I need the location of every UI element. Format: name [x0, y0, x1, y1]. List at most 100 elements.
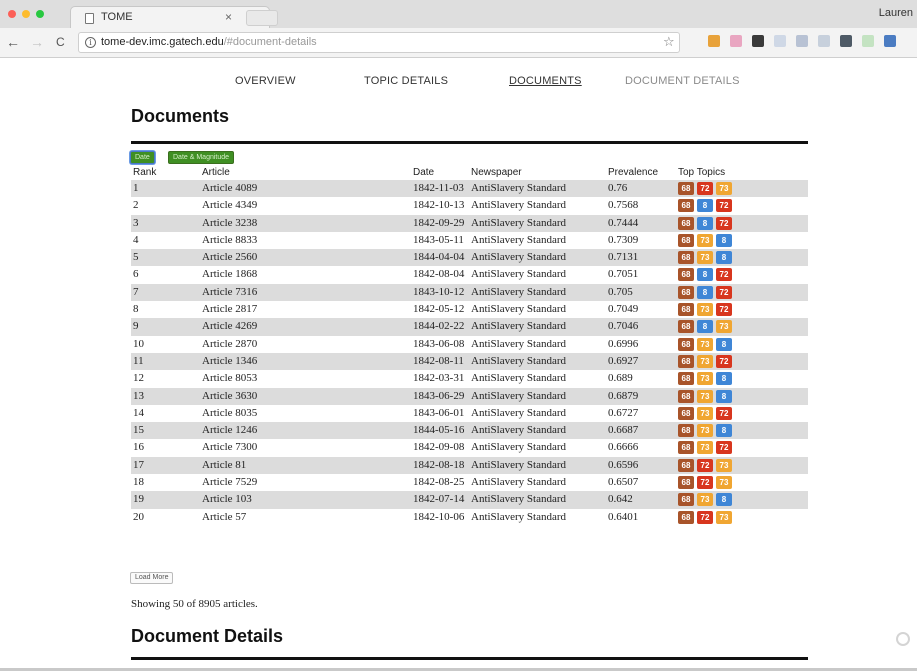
browser-extension-icon[interactable]: [796, 35, 808, 47]
topic-badge[interactable]: 72: [716, 354, 732, 368]
topic-badge[interactable]: 8: [716, 233, 732, 247]
topic-badge[interactable]: 68: [678, 458, 694, 472]
profile-name[interactable]: Lauren: [879, 7, 913, 19]
browser-tab[interactable]: TOME ×: [70, 6, 270, 28]
back-icon[interactable]: ←: [6, 34, 20, 50]
topic-badge[interactable]: 72: [716, 406, 732, 420]
topic-badge[interactable]: 72: [716, 268, 732, 282]
tab-close-icon[interactable]: ×: [225, 10, 232, 24]
table-row[interactable]: 10 Article 2870 1843-06-08 AntiSlavery Stan…: [131, 336, 808, 353]
table-row[interactable]: 6 Article 1868 1842-08-04 AntiSlavery Stand…: [131, 266, 808, 283]
column-header-article[interactable]: Article: [202, 167, 230, 178]
topic-badge[interactable]: 8: [716, 251, 732, 265]
sort-by-date-magnitude-button[interactable]: Date & Magnitude: [168, 151, 235, 164]
maximize-window-icon[interactable]: [36, 10, 44, 18]
topic-badge[interactable]: 72: [697, 182, 713, 195]
topic-badge[interactable]: 68: [678, 199, 694, 213]
article-cell[interactable]: Article 81: [202, 459, 246, 471]
topic-badge[interactable]: 68: [678, 320, 694, 334]
topic-badge[interactable]: 68: [678, 216, 694, 230]
column-header-newspaper[interactable]: Newspaper: [471, 167, 522, 178]
topic-badge[interactable]: 8: [716, 372, 732, 386]
article-cell[interactable]: Article 8035: [202, 407, 257, 419]
topic-badge[interactable]: 8: [716, 389, 732, 403]
topic-badge[interactable]: 73: [697, 441, 713, 455]
topic-badge[interactable]: 73: [697, 372, 713, 386]
topic-badge[interactable]: 73: [697, 303, 713, 317]
topic-badge[interactable]: 73: [697, 354, 713, 368]
topic-badge[interactable]: 68: [678, 268, 694, 282]
article-cell[interactable]: Article 1246: [202, 424, 257, 436]
browser-extension-icon[interactable]: [840, 35, 852, 47]
table-row[interactable]: 19 Article 103 1842-07-14 AntiSlavery Stand…: [131, 491, 808, 509]
bookmark-star-icon[interactable]: ☆: [663, 34, 675, 50]
article-cell[interactable]: Article 3238: [202, 217, 257, 229]
topic-badge[interactable]: 73: [716, 476, 732, 490]
info-icon[interactable]: i: [85, 37, 96, 48]
topic-badge[interactable]: 8: [697, 268, 713, 282]
topic-badge[interactable]: 68: [678, 251, 694, 265]
topic-badge[interactable]: 8: [716, 493, 732, 507]
topic-badge[interactable]: 68: [678, 389, 694, 403]
topic-badge[interactable]: 68: [678, 285, 694, 299]
table-row[interactable]: 4 Article 8833 1843-05-11 AntiSlavery Stand…: [131, 232, 808, 249]
article-cell[interactable]: Article 7529: [202, 476, 257, 488]
new-tab-button[interactable]: [246, 10, 278, 26]
topic-badge[interactable]: 68: [678, 354, 694, 368]
topic-badge[interactable]: 68: [678, 510, 694, 524]
topic-badge[interactable]: 8: [716, 424, 732, 438]
topic-badge[interactable]: 73: [697, 493, 713, 507]
topic-badge[interactable]: 73: [716, 320, 732, 334]
nav-topic-details[interactable]: TOPIC DETAILS: [364, 75, 448, 87]
topic-badge[interactable]: 73: [697, 251, 713, 265]
topic-badge[interactable]: 73: [697, 424, 713, 438]
browser-extension-icon[interactable]: [752, 35, 764, 47]
topic-badge[interactable]: 72: [697, 458, 713, 472]
topic-badge[interactable]: 72: [716, 285, 732, 299]
sort-by-date-button[interactable]: Date: [130, 151, 155, 164]
topic-badge[interactable]: 68: [678, 424, 694, 438]
topic-badge[interactable]: 72: [697, 476, 713, 490]
topic-badge[interactable]: 68: [678, 233, 694, 247]
table-row[interactable]: 12 Article 8053 1842-03-31 AntiSlavery Stan…: [131, 370, 808, 387]
topic-badge[interactable]: 68: [678, 476, 694, 490]
settings-icon[interactable]: [896, 632, 910, 646]
topic-badge[interactable]: 73: [697, 389, 713, 403]
topic-badge[interactable]: 8: [697, 216, 713, 230]
topic-badge[interactable]: 72: [697, 510, 713, 524]
table-row[interactable]: 20 Article 57 1842-10-06 AntiSlavery Standa…: [131, 509, 808, 526]
topic-badge[interactable]: 68: [678, 372, 694, 386]
column-header-prevalence[interactable]: Prevalence: [608, 167, 658, 178]
article-cell[interactable]: Article 8833: [202, 234, 257, 246]
table-row[interactable]: 9 Article 4269 1844-02-22 AntiSlavery Stand…: [131, 318, 808, 336]
topic-badge[interactable]: 73: [716, 182, 732, 195]
close-window-icon[interactable]: [8, 10, 16, 18]
topic-badge[interactable]: 72: [716, 199, 732, 213]
browser-extension-icon[interactable]: [774, 35, 786, 47]
minimize-window-icon[interactable]: [22, 10, 30, 18]
article-cell[interactable]: Article 2560: [202, 251, 257, 263]
topic-badge[interactable]: 68: [678, 182, 694, 195]
topic-badge[interactable]: 68: [678, 441, 694, 455]
column-header-date[interactable]: Date: [413, 167, 434, 178]
article-cell[interactable]: Article 103: [202, 493, 252, 505]
topic-badge[interactable]: 73: [716, 458, 732, 472]
nav-overview[interactable]: OVERVIEW: [235, 75, 296, 87]
browser-extension-icon[interactable]: [884, 35, 896, 47]
article-cell[interactable]: Article 4349: [202, 199, 257, 211]
topic-badge[interactable]: 68: [678, 406, 694, 420]
article-cell[interactable]: Article 1346: [202, 355, 257, 367]
nav-documents[interactable]: DOCUMENTS: [509, 75, 582, 87]
table-row[interactable]: 3 Article 3238 1842-09-29 AntiSlavery Stand…: [131, 214, 808, 232]
article-cell[interactable]: Article 7300: [202, 441, 257, 453]
browser-extension-icon[interactable]: [708, 35, 720, 47]
table-row[interactable]: 1 Article 4089 1842-11-03 AntiSlavery Stand…: [131, 180, 808, 198]
topic-badge[interactable]: 68: [678, 337, 694, 351]
table-row[interactable]: 11 Article 1346 1842-08-11 AntiSlavery Stan…: [131, 352, 808, 371]
topic-badge[interactable]: 8: [697, 320, 713, 334]
nav-document-details[interactable]: DOCUMENT DETAILS: [625, 75, 740, 87]
article-cell[interactable]: Article 57: [202, 511, 246, 523]
reload-icon[interactable]: C: [56, 35, 65, 49]
topic-badge[interactable]: 8: [697, 285, 713, 299]
article-cell[interactable]: Article 7316: [202, 286, 257, 298]
